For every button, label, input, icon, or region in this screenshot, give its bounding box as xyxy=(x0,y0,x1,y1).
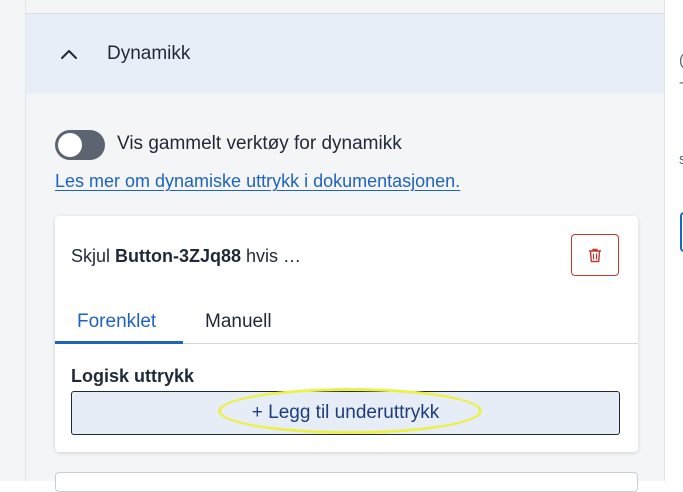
tab-simplified[interactable]: Forenklet xyxy=(77,311,156,333)
add-subexpression-button[interactable]: + Legg til underuttrykk xyxy=(71,391,620,435)
toggle-knob xyxy=(58,133,82,157)
expression-title-suffix: hvis … xyxy=(246,246,302,266)
right-pane-char: ( xyxy=(679,52,683,69)
left-background-strip xyxy=(0,0,25,481)
expression-title-prefix: Skjul xyxy=(71,246,111,266)
next-card-edge xyxy=(55,472,638,492)
section-title: Dynamikk xyxy=(107,43,191,64)
expression-component-id: Button-3ZJq88 xyxy=(115,246,242,266)
active-tab-indicator xyxy=(55,341,183,344)
logical-expression-label: Logisk uttrykk xyxy=(71,366,195,386)
right-pane-char: - xyxy=(679,74,683,91)
tab-manual[interactable]: Manuell xyxy=(205,311,272,333)
delete-expression-button[interactable] xyxy=(571,234,619,276)
old-tool-toggle-label: Vis gammelt verktøy for dynamikk xyxy=(117,133,402,154)
old-tool-toggle[interactable] xyxy=(55,130,105,160)
expression-card: Skjul Button-3ZJq88 hvis … Forenklet Man… xyxy=(55,216,638,452)
right-pane-char: s xyxy=(679,151,683,168)
properties-panel: Dynamikk Vis gammelt verktøy for dynamik… xyxy=(25,0,665,492)
right-pane-edge: ( - s xyxy=(665,0,683,481)
documentation-link[interactable]: Les mer om dynamiske uttrykk i dokumenta… xyxy=(55,171,460,192)
expression-title: Skjul Button-3ZJq88 hvis … xyxy=(71,246,301,267)
add-subexpression-label: + Legg til underuttrykk xyxy=(251,402,440,423)
dynamics-section-header[interactable]: Dynamikk xyxy=(26,14,664,94)
chevron-up-icon[interactable] xyxy=(59,44,79,64)
trash-icon xyxy=(589,248,601,263)
expression-tabs: Forenklet Manuell xyxy=(55,306,638,344)
